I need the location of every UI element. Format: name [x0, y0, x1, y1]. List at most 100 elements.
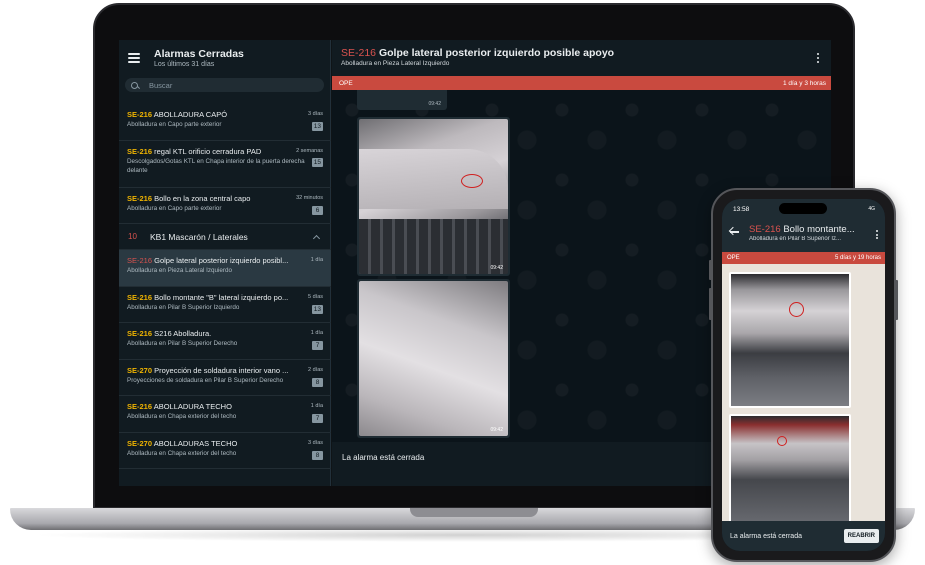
list-item-selected[interactable]: SE-216 Golpe lateral posterior izquierdo… — [119, 250, 331, 287]
chat-header: SE-216 Golpe lateral posterior izquierdo… — [332, 40, 831, 76]
reopen-button[interactable]: REABRIR — [843, 529, 879, 543]
search-input[interactable] — [149, 80, 299, 90]
chat-alarm-code: SE-216 — [341, 47, 377, 59]
phone-screen: 13:58 4G SE-216 Bollo montante... Abolla… — [722, 199, 885, 551]
closed-alarm-notice: La alarma está cerrada — [730, 532, 802, 540]
alarm-title: Bollo montante "B" lateral izquierdo po.… — [152, 292, 289, 302]
search-icon — [131, 81, 138, 89]
photo-content — [359, 219, 508, 274]
alarm-title: Bollo en la zona central capo — [152, 193, 251, 203]
alarm-time: 32 minutos — [296, 194, 323, 201]
alarm-code: SE-216 — [127, 256, 153, 265]
message-count-badge: 7 — [312, 341, 323, 350]
list-item[interactable]: SE-216 S216 Abolladura. Abolladura en Pi… — [119, 323, 331, 360]
message-count-badge: 13 — [311, 122, 323, 131]
alarm-title: ABOLLADURA CAPÓ — [152, 110, 228, 119]
phone-side-button — [895, 280, 898, 320]
status-bar: OPE 1 día y 3 horas — [332, 76, 831, 90]
photo-content — [359, 149, 508, 209]
list-header: Alarmas Cerradas Los últimos 31 días — [119, 40, 330, 76]
damage-marker-circle — [777, 436, 787, 446]
list-item[interactable]: SE-216 ABOLLADURA CAPÓ Abolladura en Cap… — [119, 104, 331, 141]
alarm-subtitle: Abolladura en Capo parte exterior — [127, 204, 222, 212]
chat-title: Golpe lateral posterior izquierdo posibl… — [376, 47, 615, 59]
alarm-subtitle: Abolladura en Pilar B Superior Izquierdo — [127, 303, 240, 311]
alarm-subtitle: Abolladura en Pieza Lateral Izquierdo — [127, 267, 233, 274]
phone-side-button — [709, 288, 712, 320]
alarm-time: 3 días — [308, 111, 323, 117]
phone-alarm-code: SE-216 — [749, 224, 781, 235]
alarm-title: Proyección de soldadura interior vano ..… — [152, 365, 289, 375]
alarm-title: Golpe lateral posterior izquierdo posibl… — [152, 256, 289, 265]
alarm-code: SE-216 — [127, 329, 153, 338]
alarm-list: SE-216 ABOLLADURA CAPÓ Abolladura en Cap… — [119, 104, 331, 469]
alarm-time: 2 días — [308, 366, 323, 373]
back-arrow-icon[interactable] — [730, 231, 739, 233]
alarm-subtitle: Abolladura en Capo parte exterior — [127, 121, 222, 128]
status-duration: 1 día y 3 horas — [783, 79, 826, 87]
alarm-subtitle: Abolladura en Pilar B Superior Derecho — [127, 340, 238, 347]
damage-photo[interactable] — [731, 416, 849, 526]
message-time: 09:42 — [490, 427, 503, 433]
alarm-code: SE-216 — [127, 193, 153, 203]
chevron-up-icon[interactable] — [312, 234, 321, 242]
alarm-title: regal KTL orificio cerradura PAD — [152, 146, 262, 156]
photo-message[interactable] — [729, 272, 851, 408]
photo-message[interactable]: 09:42 — [357, 279, 510, 438]
alarm-subtitle: Proyecciones de soldadura en Pilar B Sup… — [127, 376, 284, 384]
status-label: OPE — [339, 79, 353, 87]
message-count-badge: 7 — [312, 414, 323, 423]
phone-chat-title: Bollo montante... — [780, 224, 855, 235]
alarm-code: SE-270 — [127, 365, 153, 375]
more-options-icon[interactable] — [876, 230, 878, 239]
list-subtitle: Los últimos 31 días — [154, 60, 215, 68]
list-item[interactable]: SE-216 Bollo montante "B" lateral izquie… — [119, 287, 331, 323]
phone-chat-messages — [722, 264, 885, 528]
alarm-list-panel: Alarmas Cerradas Los últimos 31 días SE-… — [119, 40, 331, 486]
dynamic-island — [779, 203, 827, 214]
hamburger-menu-icon[interactable] — [128, 53, 140, 63]
alarm-title: S216 Abolladura. — [152, 329, 212, 338]
list-item[interactable]: SE-216 Bollo en la zona central capo Abo… — [119, 188, 331, 224]
list-title: Alarmas Cerradas — [154, 47, 244, 60]
photo-message[interactable]: 09:42 — [357, 117, 510, 276]
phone-side-button — [709, 260, 712, 280]
message-count-badge: 15 — [311, 157, 323, 167]
phone-chat-header: SE-216 Bollo montante... Abolladura en P… — [722, 219, 885, 252]
phone-status-bar: 13:58 4G — [722, 199, 885, 219]
alarm-code: SE-270 — [127, 438, 153, 448]
damage-photo[interactable]: 09:42 — [359, 281, 508, 436]
alarm-code: SE-216 — [127, 402, 153, 411]
group-header[interactable]: 10 KB1 Mascarón / Laterales — [119, 224, 331, 250]
alarm-code: SE-216 — [127, 110, 153, 119]
marketing-screenshot: Alarmas Cerradas Los últimos 31 días SE-… — [0, 0, 925, 565]
chat-subtitle: Abolladura en Pieza Lateral Izquierdo — [341, 60, 450, 67]
list-item[interactable]: SE-216 ABOLLADURA TECHO Abolladura en Ch… — [119, 396, 331, 433]
alarm-subtitle: Abolladura en Chapa exterior del techo — [127, 413, 237, 420]
damage-photo[interactable] — [731, 274, 849, 406]
more-options-icon[interactable] — [817, 53, 819, 63]
alarm-time: 1 día — [310, 257, 323, 263]
phone-status-duration: 5 días y 19 horas — [834, 255, 881, 261]
phone-chat-footer: La alarma está cerrada REABRIR — [722, 521, 885, 551]
list-item[interactable]: SE-216 regal KTL orificio cerradura PAD … — [119, 141, 331, 188]
phone-status-label: OPE — [727, 255, 740, 261]
alarm-code: SE-216 — [127, 292, 153, 302]
phone-status-bar-red: OPE 5 días y 19 horas — [722, 252, 885, 264]
phone-chat-subtitle: Abolladura en Pilar B Superior Iz... — [749, 236, 842, 242]
group-count: 10 — [128, 232, 137, 241]
group-title: KB1 Mascarón / Laterales — [150, 231, 248, 242]
search-bar[interactable] — [125, 78, 324, 92]
message-time: 09:42 — [428, 101, 441, 107]
alarm-title: ABOLLADURA TECHO — [152, 402, 232, 411]
message-count-badge: 13 — [311, 304, 323, 314]
alarm-time: 5 días — [308, 293, 323, 300]
damage-photo[interactable]: 09:42 — [359, 119, 508, 274]
list-item[interactable]: SE-270 ABOLLADURAS TECHO Abolladura en C… — [119, 433, 331, 469]
message-time: 09:42 — [490, 265, 503, 271]
message-count-badge: 8 — [312, 377, 323, 387]
signal-indicator: 4G — [868, 206, 875, 212]
list-item[interactable]: SE-270 Proyección de soldadura interior … — [119, 360, 331, 396]
alarm-time: 3 días — [308, 439, 323, 446]
photo-message[interactable] — [729, 414, 851, 528]
